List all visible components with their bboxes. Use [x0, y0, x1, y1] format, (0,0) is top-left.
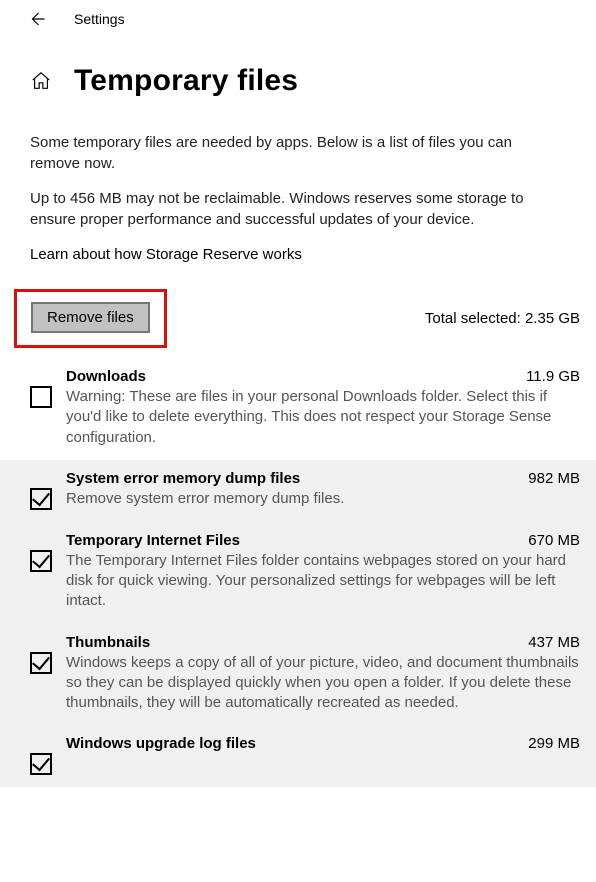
item-head: Thumbnails 437 MB [66, 634, 580, 651]
item-size: 11.9 GB [526, 368, 580, 385]
heading-row: Temporary files [0, 36, 596, 108]
topbar-title: Settings [74, 11, 125, 27]
item-body: Thumbnails 437 MB Windows keeps a copy of … [66, 634, 580, 714]
storage-reserve-link[interactable]: Learn about how Storage Reserve works [30, 244, 566, 265]
intro-p1: Some temporary files are needed by apps.… [30, 132, 566, 174]
item-size: 670 MB [528, 532, 580, 549]
item-size: 437 MB [528, 634, 580, 651]
total-selected-label: Total selected: 2.35 GB [425, 310, 584, 327]
checkbox[interactable] [30, 386, 52, 408]
back-arrow-icon[interactable] [28, 10, 46, 28]
list-item[interactable]: Windows upgrade log files 299 MB [0, 725, 596, 787]
file-category-list: Downloads 11.9 GB Warning: These are files… [0, 352, 596, 787]
remove-files-highlight: Remove files [14, 289, 167, 348]
item-size: 299 MB [528, 735, 580, 752]
item-title: Downloads [66, 368, 146, 385]
item-head: System error memory dump files 982 MB [66, 470, 580, 487]
item-description: Warning: These are files in your persona… [66, 387, 580, 448]
item-body: Temporary Internet Files 670 MB The Tempor… [66, 532, 580, 612]
remove-files-button[interactable]: Remove files [31, 302, 150, 333]
home-icon[interactable] [30, 70, 52, 92]
item-title: System error memory dump files [66, 470, 300, 487]
item-body: System error memory dump files 982 MB Remo… [66, 470, 580, 509]
item-body: Windows upgrade log files 299 MB [66, 735, 580, 752]
item-head: Windows upgrade log files 299 MB [66, 735, 580, 752]
item-description: Windows keeps a copy of all of your pict… [66, 653, 580, 714]
page-title: Temporary files [74, 64, 298, 98]
item-description: Remove system error memory dump files. [66, 489, 580, 509]
item-description: The Temporary Internet Files folder cont… [66, 551, 580, 612]
checkbox[interactable] [30, 652, 52, 674]
item-title: Thumbnails [66, 634, 150, 651]
topbar: Settings [0, 0, 596, 36]
intro-text: Some temporary files are needed by apps.… [0, 108, 596, 265]
checkbox[interactable] [30, 488, 52, 510]
item-title: Windows upgrade log files [66, 735, 256, 752]
checkbox[interactable] [30, 550, 52, 572]
list-item[interactable]: Downloads 11.9 GB Warning: These are files… [0, 358, 596, 460]
item-head: Temporary Internet Files 670 MB [66, 532, 580, 549]
list-item[interactable]: Thumbnails 437 MB Windows keeps a copy of … [0, 624, 596, 726]
item-size: 982 MB [528, 470, 580, 487]
item-title: Temporary Internet Files [66, 532, 240, 549]
checkbox[interactable] [30, 753, 52, 775]
list-item[interactable]: Temporary Internet Files 670 MB The Tempor… [0, 522, 596, 624]
item-head: Downloads 11.9 GB [66, 368, 580, 385]
list-item[interactable]: System error memory dump files 982 MB Remo… [0, 460, 596, 522]
action-row: Remove files Total selected: 2.35 GB [0, 279, 596, 352]
intro-p2: Up to 456 MB may not be reclaimable. Win… [30, 188, 566, 230]
item-body: Downloads 11.9 GB Warning: These are files… [66, 368, 580, 448]
